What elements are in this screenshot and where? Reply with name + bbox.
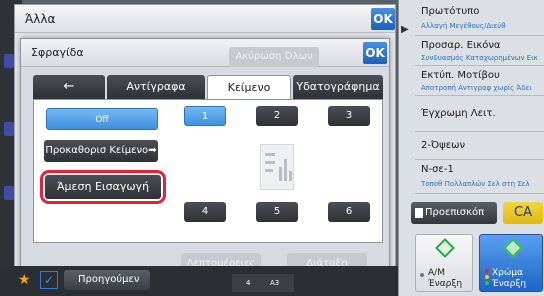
- direct-entry-button[interactable]: Άμεση Εισαγωγή: [45, 175, 161, 199]
- color-mode-setting[interactable]: Έγχρωμη Λειτ.: [415, 96, 544, 132]
- pattern-print-setting[interactable]: Εκτύπ. Μοτίβου Αποτροπή Αντιγραφ χωρίς Ά…: [415, 66, 544, 96]
- copier-screen: Άλλα OK Σφραγίδα Ακύρωση Όλων OK ← Αντίγ…: [0, 0, 544, 296]
- preview-button[interactable]: Προεπισκόπ: [411, 202, 497, 224]
- original-setting[interactable]: Πρωτότυπο Αλλαγή Μεγέθους/Διεύθ: [415, 0, 544, 36]
- paper-indicator: 4 A3: [232, 274, 294, 292]
- color-start-button[interactable]: Χρώμα Έναρξη: [479, 234, 543, 292]
- check-icon[interactable]: ✓: [40, 271, 58, 289]
- position-button-3[interactable]: 3: [328, 106, 370, 126]
- tab-watermark[interactable]: Υδατογράφημα: [293, 75, 383, 99]
- preview-bar: [284, 159, 287, 181]
- arrow-right-icon: ➡: [148, 145, 157, 156]
- image-adjust-setting[interactable]: Προσαρ. Εικόνα Συνδυασμός Καταχωρημένων …: [415, 36, 544, 66]
- dot-icon: [420, 273, 424, 277]
- paper-count: 4: [246, 279, 251, 287]
- preview-icon: [415, 208, 423, 218]
- duplex-setting[interactable]: 2-Όψεων: [415, 132, 544, 160]
- text-tab-panel: Off Προκαθορισ Κείμενο➡ Άμεση Εισαγωγή 1…: [33, 99, 383, 243]
- diamond-start-icon: [435, 238, 455, 258]
- strip-marker: [4, 122, 14, 136]
- right-function-panel: ▶ Πρωτότυπο Αλλαγή Μεγέθους/Διεύθ Προσαρ…: [398, 0, 544, 296]
- tab-copies[interactable]: Αντίγραφα: [107, 75, 205, 99]
- preview-label: Προεπισκόπ: [425, 207, 485, 218]
- duplex-title: 2-Όψεων: [421, 140, 466, 151]
- position-button-4[interactable]: 4: [184, 202, 226, 222]
- stamp-ok-button[interactable]: OK: [363, 42, 387, 64]
- pattern-print-title: Εκτύπ. Μοτίβου: [421, 70, 500, 81]
- tab-back-button[interactable]: ←: [33, 75, 105, 99]
- preview-line: [265, 153, 275, 156]
- bw-start-line2: Έναρξη: [428, 279, 463, 289]
- preset-text-label: Προκαθορισ Κείμενο: [45, 145, 149, 156]
- color-dot-icon: [485, 281, 489, 285]
- clear-all-ca-button[interactable]: CA: [503, 202, 543, 224]
- bottom-bar: ★ ✓ Προηγούμεν 4 A3: [0, 266, 400, 296]
- play-arrow-icon[interactable]: ▶: [401, 24, 409, 35]
- diamond-start-icon: [503, 238, 523, 258]
- preview-line: [265, 161, 275, 164]
- image-adjust-subtitle: Συνδυασμός Καταχωρημένων Εικ: [421, 54, 538, 62]
- color-dot-icon: [485, 269, 489, 273]
- color-mode-title: Έγχρωμη Λειτ.: [421, 108, 496, 119]
- tab-text[interactable]: Κείμενο: [207, 75, 291, 101]
- stamp-dialog-title: Σφραγίδα: [31, 46, 84, 59]
- color-dot-icon: [485, 275, 489, 279]
- position-button-1[interactable]: 1: [184, 106, 226, 126]
- original-title: Πρωτότυπο: [421, 6, 480, 17]
- clear-all-button[interactable]: Ακύρωση Όλων: [229, 47, 319, 67]
- n-up-subtitle: Τοποθ Πολλαπλών Σελ στη Σελ: [421, 180, 530, 188]
- bw-start-button[interactable]: Α/Μ Έναρξη: [415, 234, 473, 292]
- preview-bar: [289, 171, 292, 181]
- outer-ok-button[interactable]: OK: [371, 8, 395, 30]
- n-up-setting[interactable]: N-σε-1 Τοποθ Πολλαπλών Σελ στη Σελ: [415, 160, 544, 194]
- original-subtitle: Αλλαγή Μεγέθους/Διεύθ: [421, 22, 506, 30]
- image-adjust-title: Προσαρ. Εικόνα: [421, 40, 501, 51]
- position-button-2[interactable]: 2: [256, 106, 298, 126]
- stamp-dialog: Σφραγίδα Ακύρωση Όλων OK ← Αντίγραφα Κεί…: [20, 38, 390, 275]
- inner-title-bar: Σφραγίδα Ακύρωση Όλων OK: [21, 39, 389, 67]
- strip-marker: [4, 54, 14, 68]
- bw-start-line1: Α/Μ: [428, 268, 445, 278]
- pattern-print-subtitle: Αποτροπή Αντιγραφ χωρίς Άδει: [421, 84, 532, 92]
- outer-title-bar: Άλλα OK: [15, 5, 395, 33]
- preset-text-button[interactable]: Προκαθορισ Κείμενο➡: [44, 140, 158, 162]
- position-button-6[interactable]: 6: [328, 202, 370, 222]
- color-start-line1: Χρώμα: [492, 268, 524, 278]
- paper-size: A3: [270, 279, 280, 287]
- previous-button[interactable]: Προηγούμεν: [64, 270, 150, 290]
- n-up-title: N-σε-1: [421, 164, 454, 175]
- star-icon[interactable]: ★: [18, 272, 31, 288]
- position-button-5[interactable]: 5: [256, 202, 298, 222]
- document-preview-icon: [260, 144, 294, 190]
- arrow-left-icon: ←: [63, 79, 75, 94]
- preview-line: [265, 169, 273, 172]
- strip-marker: [4, 186, 14, 200]
- outer-dialog-title: Άλλα: [25, 12, 56, 26]
- color-start-line2: Έναρξη: [492, 279, 527, 289]
- off-button[interactable]: Off: [46, 108, 158, 130]
- preview-bar: [279, 167, 282, 181]
